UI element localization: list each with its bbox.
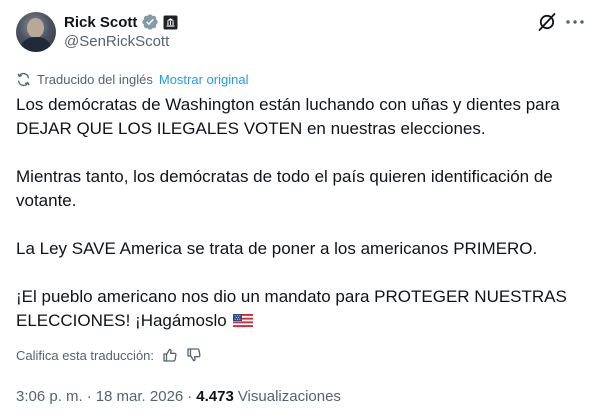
tweet-paragraph: ¡El pueblo americano nos dio un mandato …: [16, 287, 567, 330]
tweet-text: Los demócratas de Washington están lucha…: [16, 93, 584, 333]
government-affiliation-icon: [163, 15, 178, 29]
avatar-body: [20, 37, 52, 52]
author-handle[interactable]: @SenRickScott: [64, 33, 169, 50]
tweet-time[interactable]: 3:06 p. m.: [16, 388, 83, 405]
verified-badge-icon: [142, 14, 159, 30]
meta-separator: ·: [187, 387, 193, 405]
author-name-row: Rick Scott: [64, 12, 178, 32]
tweet-paragraph-last: ¡El pueblo americano nos dio un mandato …: [16, 285, 584, 333]
grok-icon[interactable]: [536, 11, 558, 33]
tweet-paragraph: La Ley SAVE America se trata de poner a …: [16, 239, 538, 258]
rate-translation-label: Califica esta traducción:: [16, 347, 155, 363]
views-label: Visualizaciones: [237, 387, 341, 405]
avatar-face: [27, 18, 44, 38]
thumbs-down-icon[interactable]: [186, 347, 202, 363]
author-display-name[interactable]: Rick Scott: [64, 14, 137, 31]
avatar[interactable]: [16, 12, 56, 52]
tweet-meta: 3:06 p. m. · 18 mar. 2026 · 4.473 Visual…: [16, 386, 341, 406]
tweet-date[interactable]: 18 mar. 2026: [96, 388, 184, 405]
translation-bar: Traducido del inglés Mostrar original: [16, 71, 248, 88]
show-original-link[interactable]: Mostrar original: [159, 72, 249, 87]
views-count: 4.473: [196, 387, 234, 405]
tweet-paragraph: Los demócratas de Washington están lucha…: [16, 95, 560, 138]
us-flag-icon: [233, 314, 254, 327]
more-icon[interactable]: [564, 11, 586, 33]
translated-from-label: Traducido del inglés: [37, 72, 153, 87]
meta-separator: ·: [86, 387, 92, 405]
thumbs-up-icon[interactable]: [162, 347, 178, 363]
rate-translation-row: Califica esta traducción:: [16, 346, 202, 364]
tweet-paragraph: Mientras tanto, los demócratas de todo e…: [16, 167, 553, 210]
translate-icon: [17, 72, 30, 87]
